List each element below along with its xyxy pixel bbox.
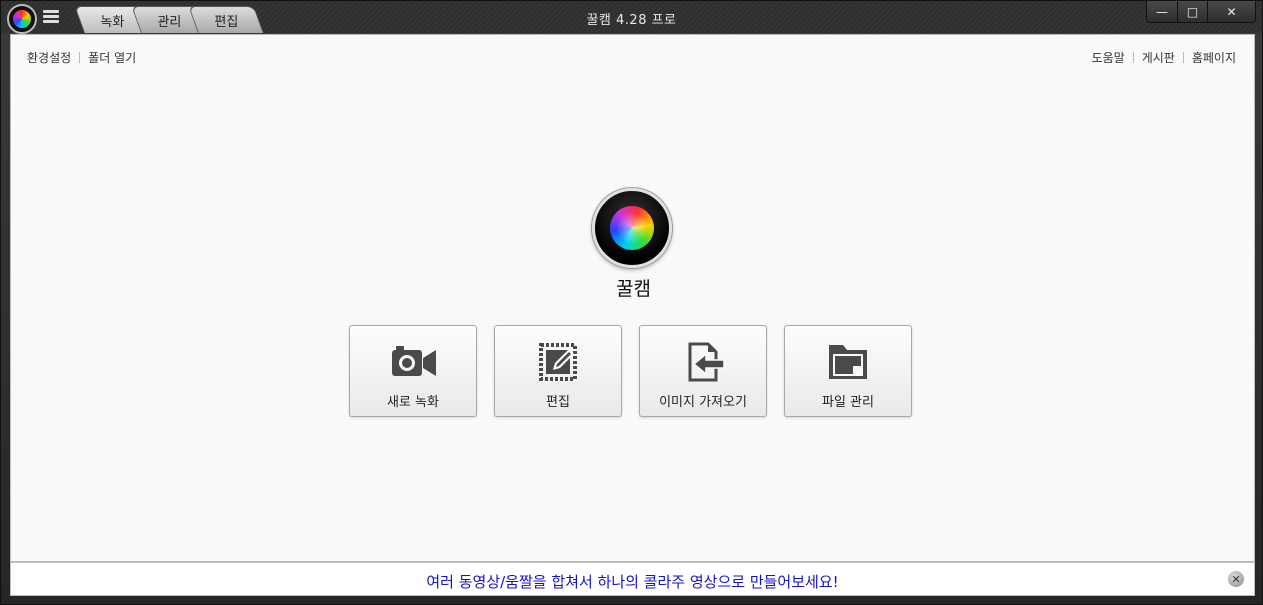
video-camera-icon bbox=[392, 346, 436, 376]
file-folder-icon bbox=[829, 345, 867, 379]
link-divider bbox=[1182, 52, 1184, 63]
top-links-left: 환경설정 폴더 열기 bbox=[27, 49, 136, 66]
action-buttons: 새로 녹화 편집 이미지 가져오기 파일 관리 bbox=[349, 325, 912, 417]
file-management-button[interactable]: 파일 관리 bbox=[784, 325, 912, 417]
file-management-label: 파일 관리 bbox=[822, 395, 874, 410]
close-icon: ✕ bbox=[1226, 5, 1237, 19]
edit-label: 편집 bbox=[546, 395, 570, 410]
minimize-button[interactable]: — bbox=[1147, 1, 1177, 22]
camera-lens-icon bbox=[592, 188, 672, 268]
import-image-icon bbox=[688, 342, 725, 382]
top-links-right: 도움말 게시판 홈페이지 bbox=[1092, 49, 1236, 66]
window-title: 꿀캠 4.28 프로 bbox=[586, 13, 677, 28]
app-window: 녹화 관리 편집 꿀캠 4.28 프로 — □ ✕ 환경설정 폴더 열기 도움말… bbox=[0, 0, 1263, 605]
promo-text[interactable]: 여러 동영상/움짤을 합쳐서 하나의 콜라주 영상으로 만들어보세요! bbox=[11, 571, 1254, 592]
open-folder-link[interactable]: 폴더 열기 bbox=[88, 49, 136, 66]
window-controls: — □ ✕ bbox=[1146, 1, 1256, 23]
homepage-link[interactable]: 홈페이지 bbox=[1192, 49, 1236, 66]
help-link[interactable]: 도움말 bbox=[1092, 49, 1125, 66]
promo-banner: 여러 동영상/움짤을 합쳐서 하나의 콜라주 영상으로 만들어보세요! ✕ bbox=[10, 562, 1255, 596]
minimize-icon: — bbox=[1156, 5, 1168, 19]
maximize-button[interactable]: □ bbox=[1177, 1, 1207, 22]
edit-button[interactable]: 편집 bbox=[494, 325, 622, 417]
close-icon: ✕ bbox=[1231, 572, 1241, 586]
main-panel: 환경설정 폴더 열기 도움말 게시판 홈페이지 꿀캠 새로 녹화 편집 이미지 … bbox=[10, 34, 1255, 562]
settings-link[interactable]: 환경설정 bbox=[27, 49, 71, 66]
link-divider bbox=[1132, 52, 1134, 63]
banner-close-button[interactable]: ✕ bbox=[1228, 571, 1244, 587]
title-bar[interactable]: 녹화 관리 편집 꿀캠 4.28 프로 — □ ✕ bbox=[1, 1, 1262, 34]
link-divider bbox=[79, 52, 81, 63]
new-recording-label: 새로 녹화 bbox=[387, 395, 439, 410]
board-link[interactable]: 게시판 bbox=[1142, 49, 1175, 66]
new-recording-button[interactable]: 새로 녹화 bbox=[349, 325, 477, 417]
maximize-icon: □ bbox=[1186, 5, 1199, 19]
close-button[interactable]: ✕ bbox=[1207, 1, 1255, 22]
app-name: 꿀캠 bbox=[616, 278, 651, 300]
import-image-button[interactable]: 이미지 가져오기 bbox=[639, 325, 767, 417]
edit-icon bbox=[539, 343, 577, 381]
import-image-label: 이미지 가져오기 bbox=[659, 395, 747, 410]
